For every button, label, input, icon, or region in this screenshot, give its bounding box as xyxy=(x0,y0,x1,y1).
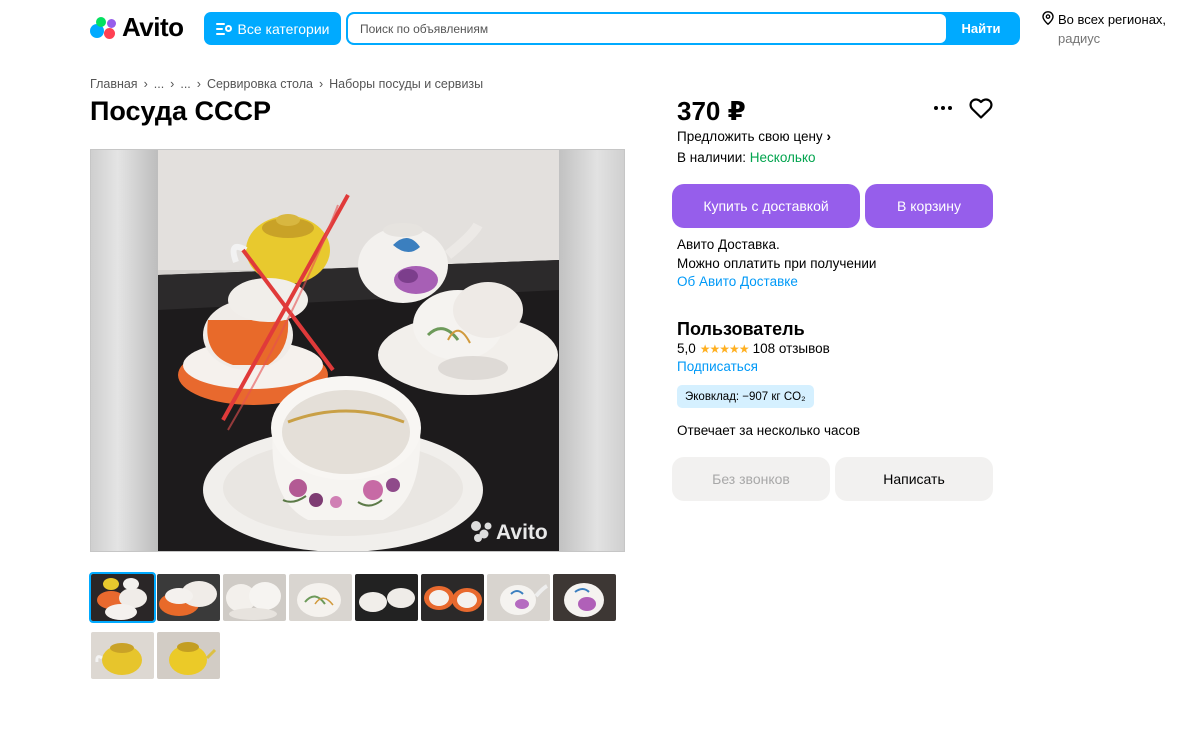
star-rating-icon: ★★★★★ xyxy=(699,341,750,356)
seller-name[interactable]: Пользователь xyxy=(677,319,805,340)
chevron-right-icon: › xyxy=(196,77,201,91)
thumbnail-3[interactable] xyxy=(223,574,286,621)
stock-value: Несколько xyxy=(749,150,816,165)
photo-blur-right xyxy=(557,150,624,551)
thumbnail-1[interactable] xyxy=(89,572,156,623)
chevron-right-icon: › xyxy=(170,77,175,91)
all-categories-button[interactable]: Все категории xyxy=(204,12,341,45)
chevron-right-icon: › xyxy=(826,129,831,144)
heart-icon[interactable] xyxy=(969,97,993,119)
eco-badge[interactable]: Эковклад: −907 кг CO₂ xyxy=(677,385,814,408)
rating-value: 5,0 xyxy=(677,341,696,356)
photo-blur-left xyxy=(91,150,158,551)
region-text: Во всех регионах, xyxy=(1058,12,1167,27)
stock-status: В наличии: Несколько xyxy=(677,150,816,165)
thumbnail-6[interactable] xyxy=(421,574,484,621)
chevron-right-icon: › xyxy=(318,77,324,91)
logo-dots-icon xyxy=(90,15,118,41)
site-header: Avito Все категории Найти Во всех регион… xyxy=(0,0,1200,60)
all-categories-label: Все категории xyxy=(237,20,330,37)
avito-logo[interactable]: Avito xyxy=(90,12,184,43)
delivery-line-2: Можно оплатить при получении xyxy=(677,255,877,271)
about-delivery-link[interactable]: Об Авито Доставке xyxy=(677,273,876,292)
stock-label: В наличии: xyxy=(677,150,747,165)
radius-text: радиус xyxy=(1058,31,1101,46)
logo-text: Avito xyxy=(122,12,184,42)
thumbnail-5[interactable] xyxy=(355,574,418,621)
region-selector[interactable]: Во всех регионах, радиус xyxy=(1042,10,1166,48)
chevron-right-icon: › xyxy=(143,77,148,91)
thumbnail-2[interactable] xyxy=(157,574,220,621)
search-button[interactable]: Найти xyxy=(944,14,1018,43)
seller-rating: 5,0 ★★★★★ 108 отзывов xyxy=(677,341,830,356)
write-message-button[interactable]: Написать xyxy=(835,457,993,501)
breadcrumb-item-tableware-sets[interactable]: Наборы посуды и сервизы xyxy=(329,77,483,91)
breadcrumb-item-table-setting[interactable]: Сервировка стола xyxy=(207,77,313,91)
more-options-icon[interactable] xyxy=(934,101,956,115)
main-photo: Avito xyxy=(158,150,559,551)
add-to-cart-button[interactable]: В корзину xyxy=(865,184,993,228)
avito-watermark: Avito xyxy=(496,521,548,544)
response-time: Отвечает за несколько часов xyxy=(677,423,861,438)
buy-with-delivery-button[interactable]: Купить с доставкой xyxy=(672,184,860,228)
delivery-line-1: Авито Доставка. xyxy=(677,237,780,252)
location-pin-icon xyxy=(1042,11,1054,25)
breadcrumb: Главная › ... › ... › Сервировка стола ›… xyxy=(90,77,483,91)
breadcrumb-item-home[interactable]: Главная xyxy=(90,77,138,91)
reviews-count[interactable]: 108 отзывов xyxy=(753,341,830,356)
page-title: Посуда СССР xyxy=(90,96,272,126)
thumbnail-8[interactable] xyxy=(553,574,616,621)
delivery-info: Авито Доставка. Можно оплатить при получ… xyxy=(677,236,876,292)
thumbnail-4[interactable] xyxy=(289,574,352,621)
search-input[interactable] xyxy=(348,14,946,43)
subscribe-link[interactable]: Подписаться xyxy=(677,359,758,374)
breadcrumb-item-ellipsis[interactable]: ... xyxy=(180,77,190,91)
thumbnail-9[interactable] xyxy=(91,632,154,679)
offer-price-link[interactable]: Предложить свою цену › xyxy=(677,129,831,144)
breadcrumb-item-ellipsis[interactable]: ... xyxy=(154,77,164,91)
no-calls-button[interactable]: Без звонков xyxy=(672,457,830,501)
thumbnail-7[interactable] xyxy=(487,574,550,621)
search-bar: Найти xyxy=(346,12,1020,45)
offer-price-label: Предложить свою цену xyxy=(677,129,823,144)
thumbnail-10[interactable] xyxy=(157,632,220,679)
categories-icon xyxy=(215,22,232,35)
price: 370 ₽ xyxy=(677,96,746,126)
main-photo-gallery[interactable]: Avito xyxy=(90,149,625,552)
